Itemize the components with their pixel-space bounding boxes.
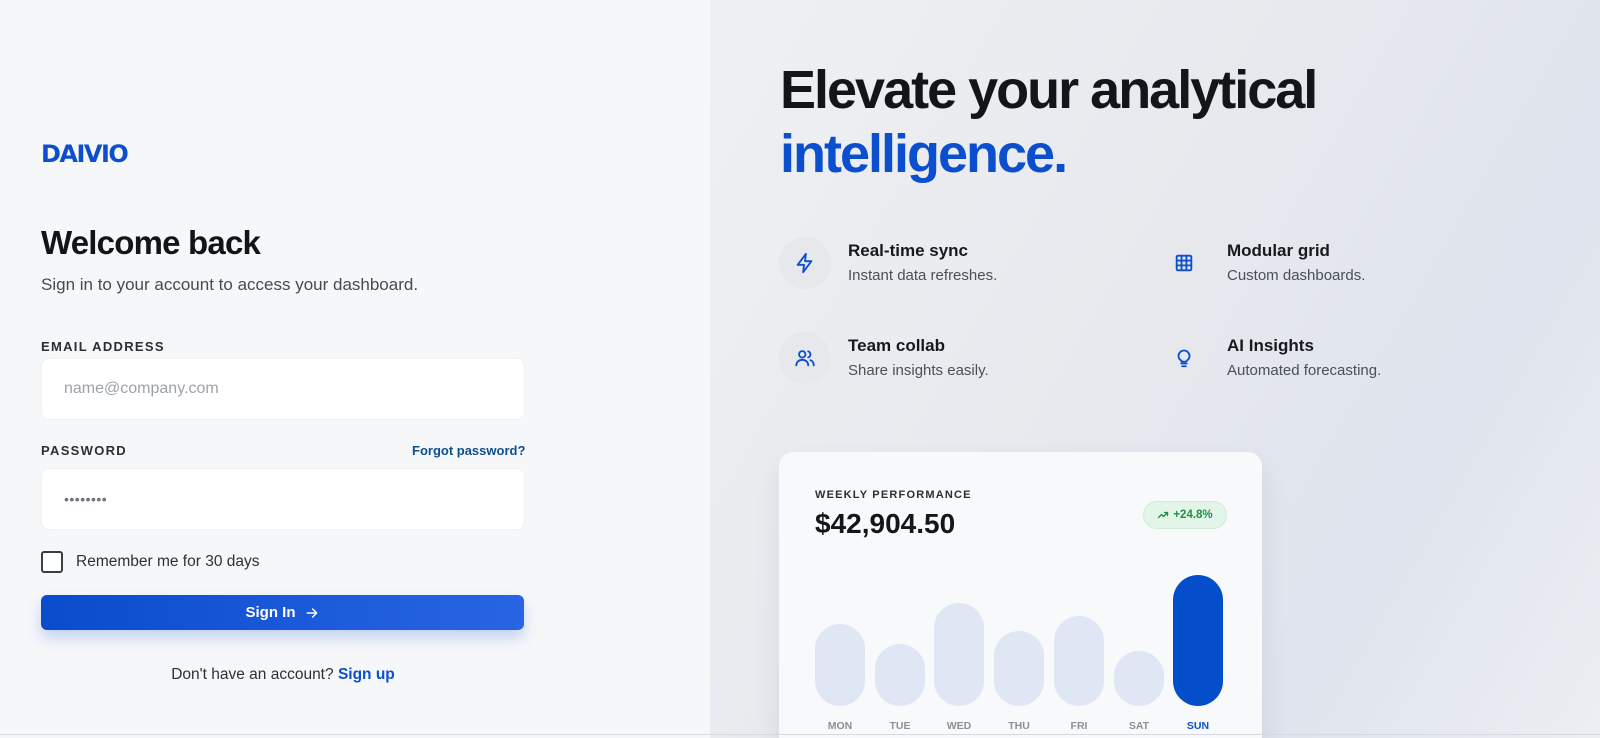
- brand-logo[interactable]: DAIVIO: [41, 140, 129, 168]
- day-label-sun: SUN: [1186, 720, 1210, 732]
- password-label: PASSWORD: [41, 443, 127, 458]
- sign-in-label: Sign In: [245, 604, 296, 621]
- feature-title: Team collab: [848, 336, 945, 355]
- feature-realtime-sync: Real-time sync Instant data refreshes.: [779, 237, 997, 289]
- day-label-thu: THU: [1008, 720, 1030, 732]
- email-label: EMAIL ADDRESS: [41, 339, 165, 354]
- page-subtitle: Sign in to your account to access your d…: [41, 275, 419, 294]
- day-label-mon: MON: [827, 720, 853, 732]
- hero-line-2: intelligence.: [780, 124, 1068, 184]
- feature-desc: Automated forecasting.: [1227, 362, 1382, 379]
- feature-desc: Custom dashboards.: [1227, 267, 1366, 284]
- feature-team-collab: Team collab Share insights easily.: [779, 332, 989, 384]
- arrow-right-icon: [306, 607, 317, 618]
- feature-title: AI Insights: [1227, 336, 1314, 355]
- feature-ai-insights: AI Insights Automated forecasting.: [1158, 332, 1381, 384]
- sign-in-button[interactable]: Sign In: [41, 595, 524, 630]
- day-label-wed: WED: [946, 720, 972, 732]
- feature-modular-grid: Modular grid Custom dashboards.: [1158, 237, 1365, 289]
- feature-title: Real-time sync: [848, 241, 968, 260]
- bar-wed: [934, 603, 984, 706]
- sign-up-link[interactable]: Sign up: [338, 666, 395, 683]
- remember-me-label[interactable]: Remember me for 30 days: [76, 553, 260, 571]
- page-title: Welcome back: [41, 224, 261, 261]
- hero-line-1: Elevate your analytical: [780, 60, 1318, 120]
- feature-desc: Instant data refreshes.: [848, 267, 998, 284]
- weekly-bar-chart: MON TUE WED THU FRI SAT SUN: [779, 452, 1262, 738]
- remember-me-checkbox[interactable]: [41, 551, 63, 573]
- lightning-icon: [779, 237, 831, 289]
- signup-prompt-text: Don't have an account?: [171, 666, 334, 683]
- login-panel: DAIVIO Welcome back Sign in to your acco…: [0, 0, 710, 738]
- hero-heading: Elevate your analytical intelligence.: [780, 58, 1318, 186]
- lightbulb-icon: [1158, 332, 1210, 384]
- day-label-fri: FRI: [1070, 720, 1088, 732]
- day-label-sat: SAT: [1128, 720, 1150, 732]
- bar-mon: [815, 624, 865, 706]
- feature-desc: Share insights easily.: [848, 362, 989, 379]
- weekly-performance-card: WEEKLY PERFORMANCE $42,904.50 +24.8% MON…: [779, 452, 1262, 738]
- bar-sun: [1173, 575, 1223, 706]
- forgot-password-link[interactable]: Forgot password?: [412, 443, 525, 458]
- bar-tue: [875, 644, 925, 706]
- day-label-tue: TUE: [889, 720, 911, 732]
- grid-icon: [1158, 237, 1210, 289]
- password-field[interactable]: [41, 468, 525, 530]
- bar-thu: [994, 631, 1044, 706]
- feature-title: Modular grid: [1227, 241, 1330, 260]
- email-field[interactable]: [41, 358, 525, 420]
- bar-sat: [1114, 651, 1164, 706]
- bottom-divider: [0, 734, 1600, 735]
- users-icon: [779, 332, 831, 384]
- bar-fri: [1054, 616, 1104, 706]
- signup-prompt: Don't have an account? Sign up: [0, 666, 566, 684]
